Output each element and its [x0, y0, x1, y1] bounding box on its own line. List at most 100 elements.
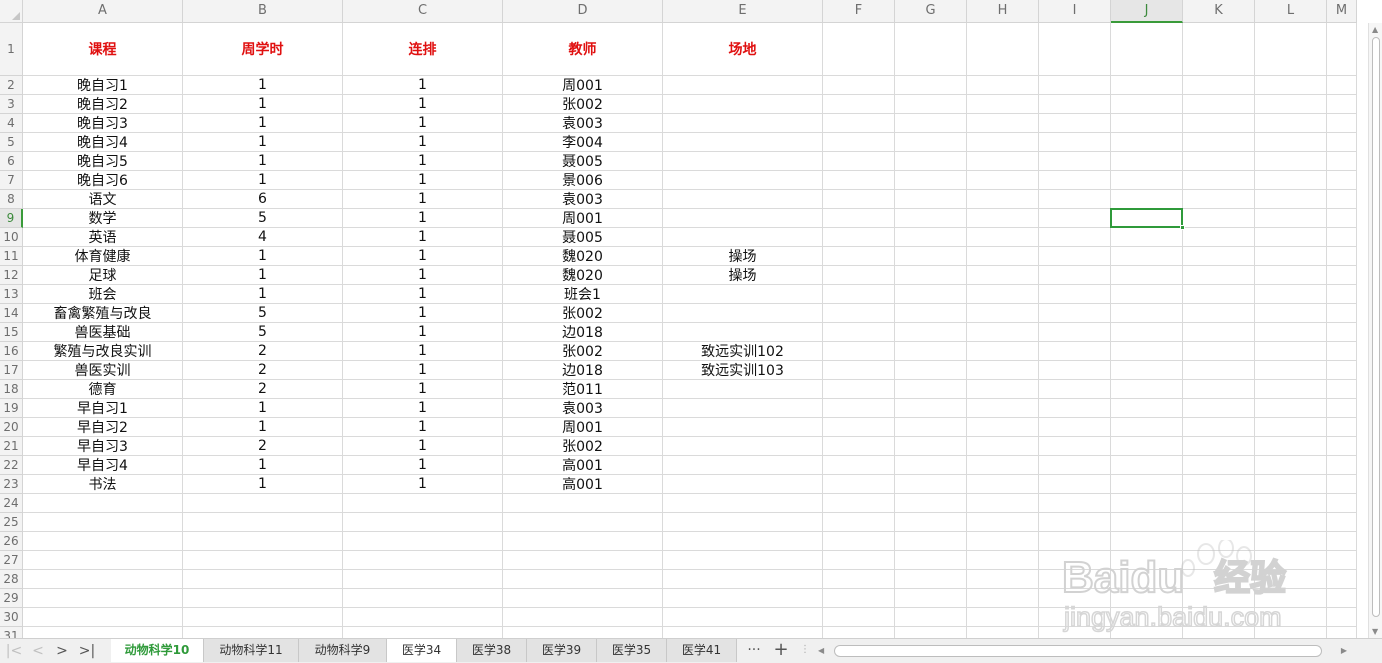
cell-e26[interactable] [663, 532, 823, 551]
cell-i13[interactable] [1039, 285, 1111, 304]
cell-m5[interactable] [1327, 133, 1357, 152]
row-header-20[interactable]: 20 [0, 418, 23, 437]
cell-e21[interactable] [663, 437, 823, 456]
cell-f7[interactable] [823, 171, 895, 190]
cell-l1[interactable] [1255, 23, 1327, 76]
cell-f31[interactable] [823, 627, 895, 638]
cell-h8[interactable] [967, 190, 1039, 209]
cell-m17[interactable] [1327, 361, 1357, 380]
cell-l15[interactable] [1255, 323, 1327, 342]
cell-l13[interactable] [1255, 285, 1327, 304]
cell-c12[interactable]: 1 [343, 266, 503, 285]
row-header-17[interactable]: 17 [0, 361, 23, 380]
cell-a13[interactable]: 班会 [23, 285, 183, 304]
cell-c15[interactable]: 1 [343, 323, 503, 342]
cell-g3[interactable] [895, 95, 967, 114]
cell-a20[interactable]: 早自习2 [23, 418, 183, 437]
cell-k1[interactable] [1183, 23, 1255, 76]
column-header-i[interactable]: I [1039, 0, 1111, 23]
cell-k31[interactable] [1183, 627, 1255, 638]
cell-m20[interactable] [1327, 418, 1357, 437]
sheet-tab[interactable]: 动物科学10 [111, 639, 204, 662]
cell-j29[interactable] [1111, 589, 1183, 608]
cell-i27[interactable] [1039, 551, 1111, 570]
cell-c21[interactable]: 1 [343, 437, 503, 456]
scroll-up-icon[interactable]: ▲ [1372, 25, 1378, 34]
cell-b13[interactable]: 1 [183, 285, 343, 304]
cell-a7[interactable]: 晚自习6 [23, 171, 183, 190]
select-all-corner[interactable] [0, 0, 23, 23]
cell-c11[interactable]: 1 [343, 247, 503, 266]
cell-f13[interactable] [823, 285, 895, 304]
cell-m4[interactable] [1327, 114, 1357, 133]
cell-a24[interactable] [23, 494, 183, 513]
cell-e24[interactable] [663, 494, 823, 513]
cell-k6[interactable] [1183, 152, 1255, 171]
cell-k24[interactable] [1183, 494, 1255, 513]
scroll-down-icon[interactable]: ▼ [1372, 627, 1378, 636]
cell-l5[interactable] [1255, 133, 1327, 152]
cell-d27[interactable] [503, 551, 663, 570]
sheet-tab[interactable]: 动物科学11 [204, 639, 299, 662]
cell-g26[interactable] [895, 532, 967, 551]
cell-c6[interactable]: 1 [343, 152, 503, 171]
cell-l31[interactable] [1255, 627, 1327, 638]
cell-k10[interactable] [1183, 228, 1255, 247]
cell-j12[interactable] [1111, 266, 1183, 285]
cell-m16[interactable] [1327, 342, 1357, 361]
cell-b11[interactable]: 1 [183, 247, 343, 266]
cell-i12[interactable] [1039, 266, 1111, 285]
cell-j26[interactable] [1111, 532, 1183, 551]
row-header-12[interactable]: 12 [0, 266, 23, 285]
cell-j27[interactable] [1111, 551, 1183, 570]
cell-i30[interactable] [1039, 608, 1111, 627]
cell-b29[interactable] [183, 589, 343, 608]
cell-j18[interactable] [1111, 380, 1183, 399]
cell-f6[interactable] [823, 152, 895, 171]
cell-g1[interactable] [895, 23, 967, 76]
cell-g24[interactable] [895, 494, 967, 513]
cell-m24[interactable] [1327, 494, 1357, 513]
sheet-tab[interactable]: 医学35 [597, 639, 667, 662]
cell-b30[interactable] [183, 608, 343, 627]
header-cell[interactable]: 连排 [343, 23, 503, 76]
cell-j20[interactable] [1111, 418, 1183, 437]
cell-j5[interactable] [1111, 133, 1183, 152]
cell-j1[interactable] [1111, 23, 1183, 76]
cell-k16[interactable] [1183, 342, 1255, 361]
row-header-11[interactable]: 11 [0, 247, 23, 266]
row-header-16[interactable]: 16 [0, 342, 23, 361]
cell-c16[interactable]: 1 [343, 342, 503, 361]
cell-e11[interactable]: 操场 [663, 247, 823, 266]
cell-i19[interactable] [1039, 399, 1111, 418]
cell-k29[interactable] [1183, 589, 1255, 608]
cell-g13[interactable] [895, 285, 967, 304]
add-sheet-icon[interactable]: + [769, 639, 793, 662]
cell-j28[interactable] [1111, 570, 1183, 589]
row-header-14[interactable]: 14 [0, 304, 23, 323]
cell-a9[interactable]: 数学 [23, 209, 183, 228]
cell-f14[interactable] [823, 304, 895, 323]
cell-m31[interactable] [1327, 627, 1357, 638]
cell-d4[interactable]: 袁003 [503, 114, 663, 133]
cell-e25[interactable] [663, 513, 823, 532]
cell-d22[interactable]: 高001 [503, 456, 663, 475]
cell-j19[interactable] [1111, 399, 1183, 418]
header-cell[interactable]: 周学时 [183, 23, 343, 76]
column-header-e[interactable]: E [663, 0, 823, 23]
cell-f28[interactable] [823, 570, 895, 589]
cell-b27[interactable] [183, 551, 343, 570]
cell-e30[interactable] [663, 608, 823, 627]
cell-h31[interactable] [967, 627, 1039, 638]
cell-c17[interactable]: 1 [343, 361, 503, 380]
spreadsheet-grid[interactable]: ABCDEFGHIJKLM 1 2 3 4 5 6 7 8 9 10 11 12 13 14 15 16 17 1… [0, 0, 1382, 638]
cell-j14[interactable] [1111, 304, 1183, 323]
cell-e13[interactable] [663, 285, 823, 304]
cell-l6[interactable] [1255, 152, 1327, 171]
cell-a18[interactable]: 德育 [23, 380, 183, 399]
cell-l9[interactable] [1255, 209, 1327, 228]
cell-f8[interactable] [823, 190, 895, 209]
cell-m13[interactable] [1327, 285, 1357, 304]
cell-d23[interactable]: 高001 [503, 475, 663, 494]
cell-d6[interactable]: 聂005 [503, 152, 663, 171]
